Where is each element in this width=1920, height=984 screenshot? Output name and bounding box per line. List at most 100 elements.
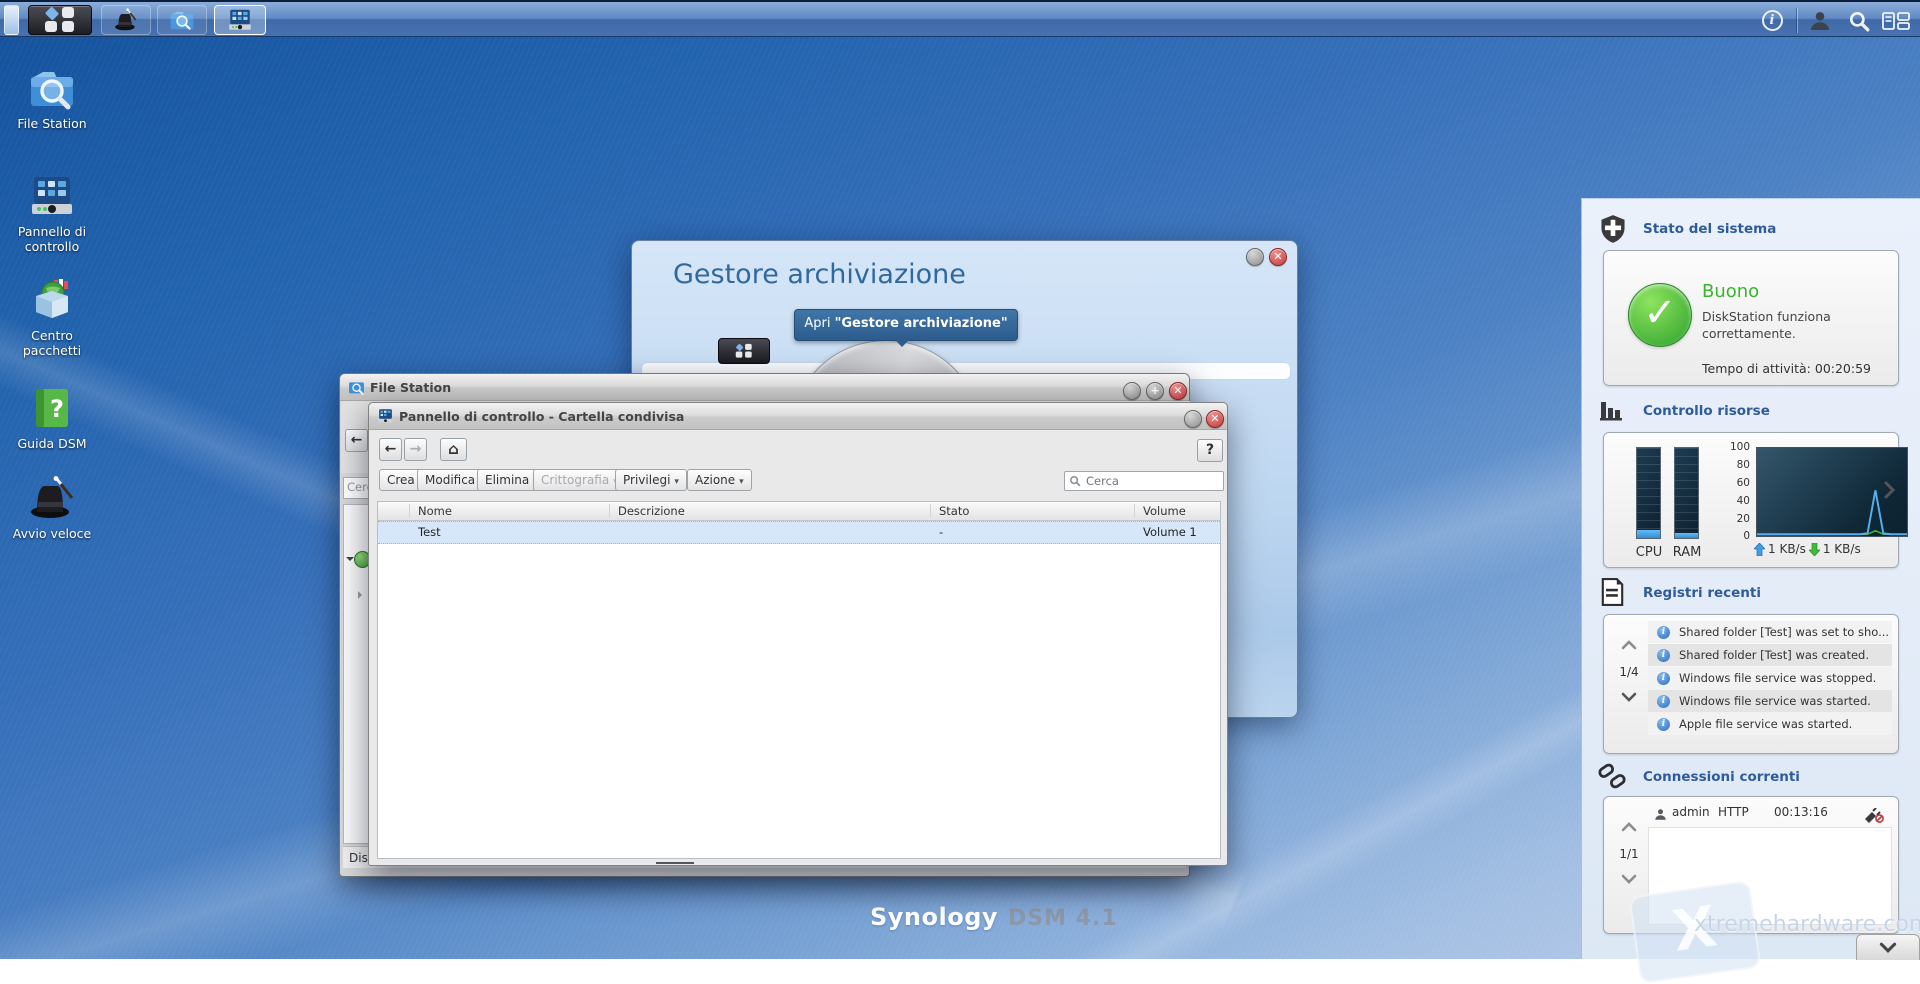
connections-page-up[interactable] — [1612, 821, 1646, 835]
desktop-icon-label: File Station — [17, 116, 87, 131]
section-title-resource-monitor: Controllo risorse — [1643, 403, 1770, 419]
delete-button[interactable]: Elimina — [477, 469, 538, 491]
tree-collapse-arrow-icon[interactable] — [346, 557, 354, 565]
privileges-dropdown-button[interactable]: Privilegi ▾ — [615, 469, 687, 491]
connections-page-indicator: 1/1 — [1619, 847, 1639, 861]
cpu-gauge — [1636, 447, 1661, 539]
download-speed: 1 KB/s — [1822, 542, 1861, 556]
log-text: Windows file service was stopped. — [1679, 671, 1877, 685]
desktop-icon-package-center[interactable]: Centro pacchetti — [0, 278, 104, 358]
connection-user: admin — [1672, 805, 1710, 819]
y-tick: 80 — [1736, 459, 1750, 471]
log-entry[interactable]: i Shared folder [Test] was set to sho... — [1648, 621, 1892, 643]
search-input[interactable]: Cerca — [343, 477, 371, 499]
magic-hat-icon — [115, 8, 137, 31]
upload-arrow-icon — [1754, 542, 1765, 556]
window-title: Gestore archiviazione — [673, 259, 966, 290]
button-label: Elimina — [485, 473, 530, 487]
close-button[interactable]: ✕ — [1269, 248, 1287, 266]
info-button[interactable]: i — [1760, 9, 1784, 32]
desktop-icon-label: Guida DSM — [17, 436, 87, 451]
search-icon — [1849, 11, 1870, 31]
cell-status: - — [939, 525, 944, 539]
desktop-icon-quick-start[interactable]: Avvio veloce — [0, 476, 104, 541]
desktop-icon-dsm-help[interactable]: ? Guida DSM — [0, 386, 104, 451]
logs-page-up[interactable] — [1612, 639, 1646, 653]
connections-page-down[interactable] — [1612, 873, 1646, 887]
search-box[interactable] — [1064, 471, 1224, 491]
edit-button[interactable]: Modifica — [417, 469, 484, 491]
close-button[interactable]: ✕ — [1206, 410, 1224, 428]
taskbar-file-station-button[interactable] — [157, 5, 207, 35]
desktop-icon-label: Pannello di controllo — [17, 224, 87, 254]
folder-tree-sidebar[interactable] — [343, 504, 371, 844]
y-tick: 100 — [1729, 441, 1750, 453]
caret-down-icon: ▾ — [739, 477, 744, 487]
column-header-status[interactable]: Stato — [939, 504, 969, 518]
control-panel-icon — [229, 9, 251, 30]
back-button[interactable]: ← — [345, 429, 368, 452]
tree-expand-arrow-icon[interactable] — [358, 591, 366, 599]
health-description-line1: DiskStation funziona — [1702, 309, 1831, 324]
maximize-button[interactable]: + — [1146, 382, 1164, 400]
connection-row[interactable]: admin HTTP 00:13:16 — [1648, 805, 1892, 825]
open-storage-manager-button[interactable]: Apri "Gestore archiviazione" — [794, 309, 1018, 347]
encryption-dropdown-button[interactable]: Crittografia▾ — [533, 469, 626, 491]
minimize-button[interactable] — [1123, 382, 1141, 400]
ram-gauge — [1674, 447, 1699, 539]
resource-monitor-card[interactable]: CPU RAM 100 80 60 40 20 0 1 KB/s 1 KB/s — [1603, 432, 1908, 568]
log-entry[interactable]: i Windows file service was started. — [1648, 690, 1892, 712]
chain-link-icon — [1597, 761, 1627, 794]
logs-page-down[interactable] — [1612, 691, 1646, 705]
back-button[interactable]: ← — [379, 438, 402, 461]
window-title: File Station — [370, 380, 452, 395]
health-ok-check-icon: ✓ — [1628, 283, 1692, 347]
expand-chevron-right-icon[interactable] — [1884, 481, 1895, 499]
desktop-icon-file-station[interactable]: File Station — [0, 66, 104, 131]
column-header-description[interactable]: Descrizione — [618, 504, 685, 518]
kill-connection-icon[interactable] — [1864, 808, 1884, 823]
user-menu-button[interactable] — [1806, 9, 1834, 32]
network-speed-row: 1 KB/s 1 KB/s — [1754, 542, 1861, 556]
taskbar-quick-start-button[interactable] — [101, 5, 151, 35]
window-resize-grip[interactable] — [656, 862, 694, 864]
search-button[interactable] — [1845, 9, 1873, 32]
caret-down-icon: ▾ — [674, 477, 679, 487]
table-row[interactable]: Test - Volume 1 — [378, 521, 1220, 544]
uptime-label: Tempo di attività: 00:20:59 — [1702, 361, 1872, 376]
log-text: Shared folder [Test] was set to sho... — [1679, 625, 1890, 639]
bar-chart-icon — [1599, 398, 1627, 425]
main-menu-button[interactable] — [28, 5, 92, 35]
column-header-volume[interactable]: Volume — [1143, 504, 1186, 518]
taskbar-control-panel-button[interactable] — [214, 5, 266, 35]
button-label: Crittografia — [541, 473, 610, 487]
download-arrow-icon — [1808, 542, 1820, 556]
minimize-button[interactable] — [1184, 410, 1202, 428]
panel-collapse-tab[interactable] — [1856, 934, 1920, 960]
log-text: Shared folder [Test] was created. — [1679, 648, 1870, 662]
desktop-icon-control-panel[interactable]: Pannello di controllo — [0, 174, 104, 254]
chevron-down-icon — [1621, 874, 1637, 884]
file-station-titlebar[interactable] — [340, 374, 1189, 401]
show-desktop-button[interactable] — [4, 5, 19, 35]
close-button[interactable]: ✕ — [1169, 382, 1187, 400]
y-tick: 20 — [1736, 513, 1750, 525]
shared-folder-table: Nome Descrizione Stato Volume Test - Vol… — [377, 501, 1221, 859]
log-entry[interactable]: i Apple file service was started. — [1648, 713, 1892, 735]
help-button[interactable]: ? — [1197, 439, 1223, 462]
action-dropdown-button[interactable]: Azione ▾ — [687, 469, 752, 491]
home-button[interactable]: ⌂ — [440, 438, 467, 461]
health-status: Buono — [1702, 281, 1760, 302]
system-widget-panel: Stato del sistema ✓ Buono DiskStation fu… — [1581, 198, 1920, 959]
grid-menu-icon — [44, 6, 75, 33]
minimize-button[interactable] — [1246, 248, 1264, 266]
search-input[interactable] — [1084, 473, 1219, 489]
cell-volume: Volume 1 — [1143, 525, 1197, 539]
log-text: Windows file service was started. — [1679, 694, 1871, 708]
log-entry[interactable]: i Shared folder [Test] was created. — [1648, 644, 1892, 666]
pilot-view-button[interactable] — [1880, 9, 1912, 32]
forward-button[interactable]: → — [404, 438, 427, 461]
user-icon — [1811, 11, 1829, 30]
log-entry[interactable]: i Windows file service was stopped. — [1648, 667, 1892, 689]
column-header-name[interactable]: Nome — [418, 504, 452, 518]
